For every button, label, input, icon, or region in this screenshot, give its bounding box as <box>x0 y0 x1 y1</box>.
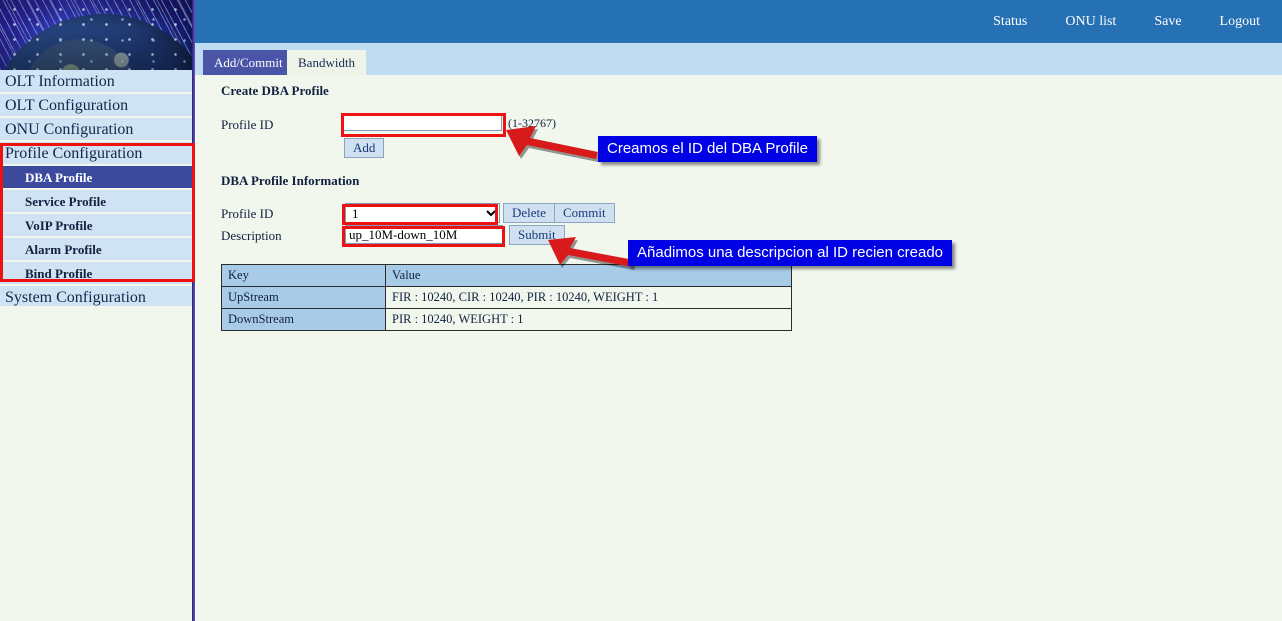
sidebar-item-label: System Configuration <box>5 289 146 306</box>
table-row: DownStreamPIR : 10240, WEIGHT : 1 <box>222 309 792 331</box>
table-cell-key: DownStream <box>222 309 386 331</box>
top-header-bar: Status ONU list Save Logout <box>195 0 1282 43</box>
page-root: OLT Information OLT Configuration ONU Conf… <box>0 0 1282 621</box>
sidebar-divider <box>192 0 195 621</box>
sidebar-item-label: Service Profile <box>25 194 106 209</box>
add-button[interactable]: Add <box>344 138 384 158</box>
table-header-row: Key Value <box>222 265 792 287</box>
tab-add-commit[interactable]: Add/Commit <box>203 50 294 75</box>
sidebar-item-label: VoIP Profile <box>25 218 93 233</box>
banner-shade <box>0 0 192 70</box>
sidebar-item-label: DBA Profile <box>25 170 92 185</box>
brand-banner-image <box>0 0 192 70</box>
sidebar-item-olt-configuration[interactable]: OLT Configuration <box>0 94 192 118</box>
sidebar-item-service-profile[interactable]: Service Profile <box>0 190 192 214</box>
sidebar-nav: OLT Information OLT Configuration ONU Conf… <box>0 70 192 310</box>
header-link-save[interactable]: Save <box>1154 14 1181 30</box>
sidebar-item-label: Profile Configuration <box>5 145 142 162</box>
create-profile-id-input[interactable] <box>342 113 502 131</box>
submit-button[interactable]: Submit <box>509 225 565 245</box>
header-link-onu-list[interactable]: ONU list <box>1065 14 1116 30</box>
tab-bandwidth[interactable]: Bandwidth <box>287 50 366 75</box>
delete-button[interactable]: Delete <box>503 203 555 223</box>
sidebar-item-bind-profile[interactable]: Bind Profile <box>0 262 192 286</box>
info-profile-id-label: Profile ID <box>221 206 273 222</box>
table-cell-value: PIR : 10240, WEIGHT : 1 <box>386 309 792 331</box>
dba-profile-table: Key Value UpStreamFIR : 10240, CIR : 102… <box>221 264 792 331</box>
annotation-callout-1: Creamos el ID del DBA Profile <box>598 136 817 162</box>
info-section-title: DBA Profile Information <box>221 173 359 189</box>
table-row: UpStreamFIR : 10240, CIR : 10240, PIR : … <box>222 287 792 309</box>
description-label: Description <box>221 228 282 244</box>
description-input[interactable] <box>345 225 503 244</box>
table-col-value: Value <box>386 265 792 287</box>
profile-id-range-hint: (1-32767) <box>508 116 556 131</box>
sidebar: OLT Information OLT Configuration ONU Conf… <box>0 0 192 621</box>
tab-bar: Add/Commit Bandwidth <box>195 43 1282 75</box>
header-nav-links: Status ONU list Save Logout <box>993 0 1260 43</box>
commit-button[interactable]: Commit <box>554 203 615 223</box>
sidebar-item-label: OLT Information <box>5 73 115 90</box>
table-cell-key: UpStream <box>222 287 386 309</box>
sidebar-item-label: ONU Configuration <box>5 121 133 138</box>
sidebar-item-alarm-profile[interactable]: Alarm Profile <box>0 238 192 262</box>
create-profile-id-label: Profile ID <box>221 117 273 133</box>
table-col-key: Key <box>222 265 386 287</box>
sidebar-item-label: OLT Configuration <box>5 97 128 114</box>
annotation-callout-2: Añadimos una descripcion al ID recien cr… <box>628 240 952 266</box>
table-head: Key Value <box>222 265 792 287</box>
sidebar-filler <box>0 306 192 621</box>
table-body: UpStreamFIR : 10240, CIR : 10240, PIR : … <box>222 287 792 331</box>
sidebar-item-label: Alarm Profile <box>25 242 102 257</box>
sidebar-item-onu-configuration[interactable]: ONU Configuration <box>0 118 192 142</box>
sidebar-item-voip-profile[interactable]: VoIP Profile <box>0 214 192 238</box>
sidebar-item-olt-information[interactable]: OLT Information <box>0 70 192 94</box>
create-section-title: Create DBA Profile <box>221 83 329 99</box>
info-profile-id-select[interactable]: 1 <box>345 203 500 223</box>
sidebar-item-dba-profile[interactable]: DBA Profile <box>0 166 192 190</box>
sidebar-item-label: Bind Profile <box>25 266 92 281</box>
table-cell-value: FIR : 10240, CIR : 10240, PIR : 10240, W… <box>386 287 792 309</box>
sidebar-item-profile-configuration[interactable]: Profile Configuration <box>0 142 192 166</box>
header-link-status[interactable]: Status <box>993 14 1027 30</box>
header-link-logout[interactable]: Logout <box>1220 14 1260 30</box>
